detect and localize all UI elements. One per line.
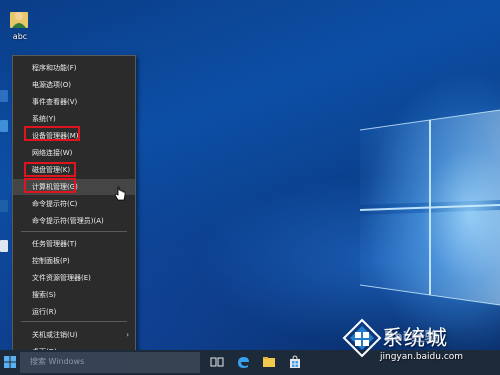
menu-item-label: 运行(R) — [32, 308, 57, 316]
taskbar-search-box[interactable]: 搜索 Windows — [20, 352, 200, 373]
menu-item[interactable]: 系统(Y) — [13, 111, 135, 127]
menu-item[interactable]: 控制面板(P) — [13, 253, 135, 269]
watermark-url: jingyan.baidu.com — [380, 352, 464, 362]
task-view-icon[interactable] — [210, 355, 224, 369]
watermark-logo-icon — [342, 318, 382, 358]
menu-item-label: 电源选项(O) — [32, 81, 71, 89]
hand-cursor-icon — [114, 186, 126, 201]
menu-item-label: 系统(Y) — [32, 115, 56, 123]
menu-item-label: 控制面板(P) — [32, 257, 70, 265]
highlight-box-disk-management — [24, 162, 76, 177]
menu-item-label: 搜索(S) — [32, 291, 56, 299]
menu-item[interactable]: 电源选项(O) — [13, 77, 135, 93]
menu-item-label: 网络连接(W) — [32, 149, 73, 157]
highlight-box-device-manager — [24, 126, 80, 141]
file-explorer-icon[interactable] — [262, 355, 276, 369]
menu-item[interactable]: 任务管理器(T) — [13, 236, 135, 252]
chevron-right-icon: › — [126, 331, 129, 339]
menu-item[interactable]: 搜索(S) — [13, 287, 135, 303]
menu-item-label: 程序和功能(F) — [32, 64, 77, 72]
menu-item-label: 文件资源管理器(E) — [32, 274, 91, 282]
edge-icon[interactable] — [236, 355, 250, 369]
user-folder-label: abc — [12, 32, 28, 41]
menu-separator — [21, 231, 127, 232]
start-button-windows-icon[interactable] — [2, 354, 18, 370]
winx-context-menu: 程序和功能(F) 电源选项(O) 事件查看器(V) 系统(Y) 设备管理器(M) 网络连接… — [12, 55, 136, 365]
desktop-user-folder[interactable]: abc — [7, 6, 31, 46]
desktop-icon-partial[interactable] — [0, 200, 8, 212]
menu-item[interactable]: 程序和功能(F) — [13, 60, 135, 76]
menu-item-label: 命令提示符(管理员)(A) — [32, 217, 104, 225]
highlight-box-computer-management — [24, 178, 76, 193]
menu-item[interactable]: 命令提示符(管理员)(A) — [13, 213, 135, 229]
menu-item-label: 关机或注销(U) — [32, 331, 78, 339]
search-placeholder: 搜索 Windows — [30, 357, 85, 366]
menu-separator — [21, 321, 127, 322]
menu-item[interactable]: 文件资源管理器(E) — [13, 270, 135, 286]
menu-item[interactable]: 关机或注销(U) › — [13, 327, 135, 343]
desktop-icon-partial[interactable] — [0, 90, 8, 102]
windows-logo-light — [359, 109, 500, 306]
baidu-watermark-text: Bai 经验 — [384, 330, 438, 345]
menu-item[interactable]: 运行(R) — [13, 304, 135, 320]
menu-item-label: 命令提示符(C) — [32, 200, 78, 208]
menu-item-label: 事件查看器(V) — [32, 98, 78, 106]
menu-item[interactable]: 网络连接(W) — [13, 145, 135, 161]
user-folder-icon — [10, 12, 28, 28]
desktop-icon-partial[interactable] — [0, 120, 8, 132]
menu-item-label: 任务管理器(T) — [32, 240, 77, 248]
store-icon[interactable] — [288, 355, 302, 369]
menu-item[interactable]: 事件查看器(V) — [13, 94, 135, 110]
desktop-icon-partial[interactable] — [0, 240, 8, 252]
